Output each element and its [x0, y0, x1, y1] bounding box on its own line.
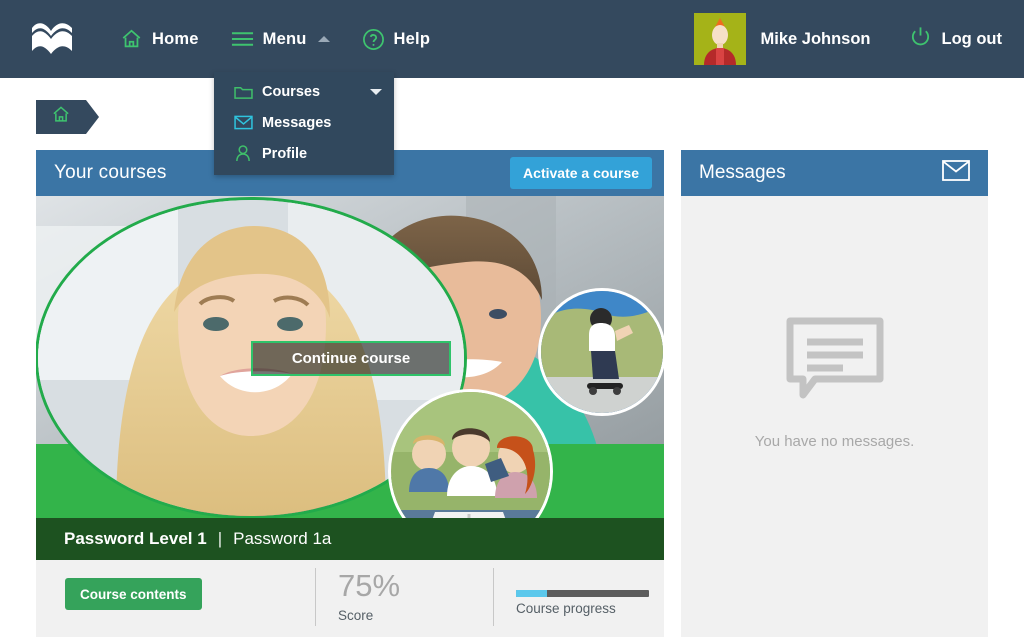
breadcrumb-arrow	[86, 100, 99, 134]
progress-bar-fill	[516, 590, 547, 597]
chevron-down-icon	[370, 88, 382, 95]
speech-bubble-icon	[785, 316, 885, 407]
score-value: 75%	[338, 568, 401, 603]
course-title: Password Level 1	[64, 529, 207, 548]
page-title: Your courses	[54, 162, 167, 183]
top-header: Home Menu Help Mike Johnson Log out	[0, 0, 1024, 78]
skateboarder-photo	[541, 291, 663, 413]
messages-panel: Messages You have no messages.	[681, 150, 988, 637]
main-nav: Home Menu Help	[104, 0, 446, 78]
nav-help[interactable]: Help	[346, 0, 447, 78]
logout-label: Log out	[941, 29, 1002, 48]
menu-item-messages-label: Messages	[262, 114, 332, 131]
activate-course-button[interactable]: Activate a course	[510, 157, 652, 189]
messages-title: Messages	[699, 162, 786, 183]
menu-item-profile[interactable]: Profile	[214, 138, 394, 169]
user-avatar-icon	[693, 13, 746, 65]
folder-icon	[234, 84, 262, 100]
course-progress-stat: Course progress	[493, 568, 649, 626]
caret-up-icon	[317, 36, 330, 42]
menu-dropdown: Courses Messages Profile	[214, 72, 394, 175]
hamburger-icon	[231, 30, 254, 48]
nav-menu[interactable]: Menu	[215, 0, 346, 78]
nav-menu-label: Menu	[262, 29, 307, 48]
book-wave-logo-icon	[32, 23, 72, 54]
your-courses-panel: Your courses Activate a course Continue …	[36, 150, 664, 637]
score-stat: 75% Score	[315, 568, 400, 626]
menu-item-profile-label: Profile	[262, 145, 308, 162]
user-name: Mike Johnson	[760, 29, 871, 48]
nav-home-label: Home	[152, 29, 199, 48]
course-title-bar: Password Level 1 | Password 1a	[36, 518, 664, 560]
envelope-icon	[234, 115, 262, 130]
progress-bar	[516, 590, 649, 597]
menu-item-messages[interactable]: Messages	[214, 107, 394, 138]
course-title-separator: |	[217, 529, 223, 548]
logo[interactable]	[0, 22, 104, 56]
power-icon	[909, 25, 932, 53]
messages-empty-state: You have no messages.	[681, 196, 988, 637]
score-label: Score	[338, 608, 374, 623]
study-group-photo	[391, 392, 550, 518]
logout-button[interactable]: Log out	[909, 25, 1002, 53]
person-icon	[234, 145, 262, 162]
course-hero-image: Continue course	[36, 196, 664, 518]
avatar[interactable]	[693, 13, 746, 65]
course-subtitle: Password 1a	[233, 529, 332, 548]
messages-panel-header: Messages	[681, 150, 988, 196]
menu-item-courses-label: Courses	[262, 83, 321, 100]
breadcrumb-home-tab[interactable]	[36, 100, 86, 134]
course-skate-photo	[538, 288, 664, 416]
continue-course-button[interactable]: Continue course	[251, 341, 451, 376]
course-progress-label: Course progress	[516, 601, 616, 616]
menu-item-courses[interactable]: Courses	[214, 76, 394, 107]
course-footer: Course contents 75% Score Course progres…	[36, 560, 664, 637]
breadcrumb	[0, 78, 1024, 150]
course-contents-button[interactable]: Course contents	[65, 578, 202, 610]
envelope-icon[interactable]	[942, 160, 970, 186]
nav-home[interactable]: Home	[104, 0, 215, 78]
no-messages-text: You have no messages.	[754, 433, 915, 450]
header-user-area: Mike Johnson Log out	[693, 13, 1024, 65]
nav-help-label: Help	[393, 29, 431, 48]
question-circle-icon	[362, 28, 385, 51]
home-icon	[120, 28, 143, 50]
home-icon	[51, 105, 71, 129]
